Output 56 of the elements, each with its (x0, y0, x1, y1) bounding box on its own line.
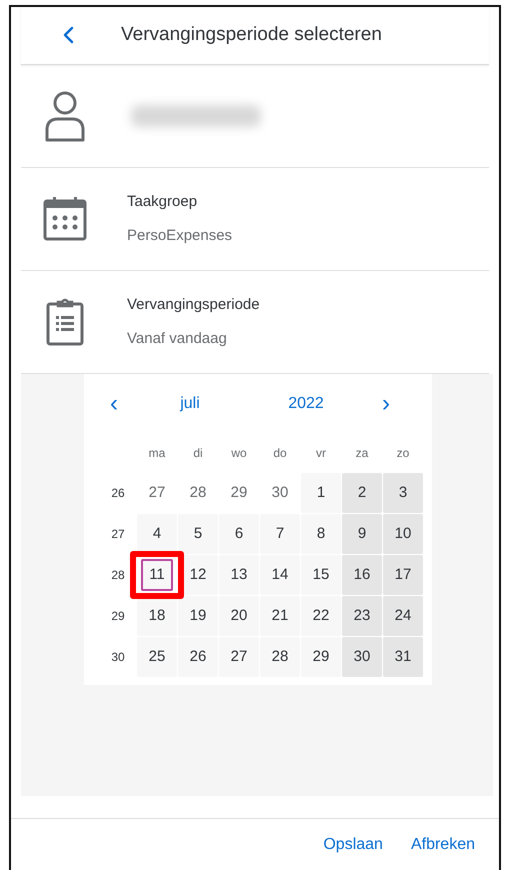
field-value: Vanaf vandaag (127, 330, 228, 347)
day-cell[interactable]: 19 (178, 596, 218, 636)
weekday-label: do (272, 444, 288, 462)
weekday-label: za (354, 444, 370, 462)
footer-button[interactable]: Afbreken (400, 832, 485, 858)
field-value: PersoExpenses (127, 227, 232, 244)
week-number: 30 (110, 648, 126, 666)
day-cell[interactable]: 28 (260, 636, 300, 676)
year-button[interactable]: 2022 (246, 394, 366, 412)
day-cell[interactable]: 30 (342, 636, 382, 676)
day-cell[interactable]: 9 (342, 514, 382, 554)
day-cell[interactable]: 16 (342, 554, 382, 594)
day-cell[interactable]: 23 (342, 596, 382, 636)
day-cell[interactable]: 20 (219, 596, 259, 636)
day-cell[interactable]: 27 (219, 636, 259, 676)
previous-month-button[interactable]: ‹ (94, 386, 134, 422)
next-month-button[interactable]: › (366, 386, 406, 422)
day-cell[interactable]: 24 (383, 596, 423, 636)
day-cell[interactable]: 11 (141, 558, 173, 590)
day-cell[interactable]: 2 (342, 472, 382, 512)
day-cell[interactable]: 6 (219, 514, 259, 554)
calendar-icon (43, 196, 87, 241)
day-cell[interactable]: 22 (301, 596, 341, 636)
weekday-label: ma (148, 444, 166, 462)
back-icon (62, 26, 74, 44)
day-cell[interactable]: 3 (383, 472, 423, 512)
clipboard-list-icon (45, 298, 85, 346)
weekday-label: vr (315, 444, 327, 462)
field-label: Taakgroep (127, 193, 198, 210)
week-number: 26 (110, 484, 126, 502)
day-cell[interactable]: 1 (301, 472, 341, 512)
weekday-label: zo (396, 444, 410, 462)
day-cell[interactable]: 21 (260, 596, 300, 636)
page-title: Vervangingsperiode selecteren (121, 24, 382, 46)
weekday-label: wo (230, 444, 248, 462)
day-cell[interactable]: 13 (219, 554, 259, 594)
week-number: 27 (110, 526, 126, 542)
week-number: 29 (110, 608, 126, 624)
day-cell[interactable]: 31 (383, 636, 423, 676)
day-cell[interactable]: 29 (301, 636, 341, 676)
week-number: 28 (110, 566, 126, 584)
day-cell[interactable]: 15 (301, 554, 341, 594)
day-cell[interactable]: 25 (137, 636, 177, 676)
day-cell[interactable]: 14 (260, 554, 300, 594)
weekday-label: di (192, 444, 204, 462)
day-cell[interactable]: 7 (260, 514, 300, 554)
day-cell[interactable]: 10 (383, 514, 423, 554)
day-cell[interactable]: 17 (383, 554, 423, 594)
month-button[interactable]: juli (134, 394, 246, 412)
day-cell[interactable]: 5 (178, 514, 218, 554)
day-cell[interactable]: 26 (178, 636, 218, 676)
person-icon (45, 90, 85, 142)
day-cell[interactable]: 8 (301, 514, 341, 554)
day-cell[interactable]: 4 (137, 514, 177, 554)
footer-button[interactable]: Opslaan (313, 832, 393, 858)
field-label: Vervangingsperiode (127, 296, 260, 313)
